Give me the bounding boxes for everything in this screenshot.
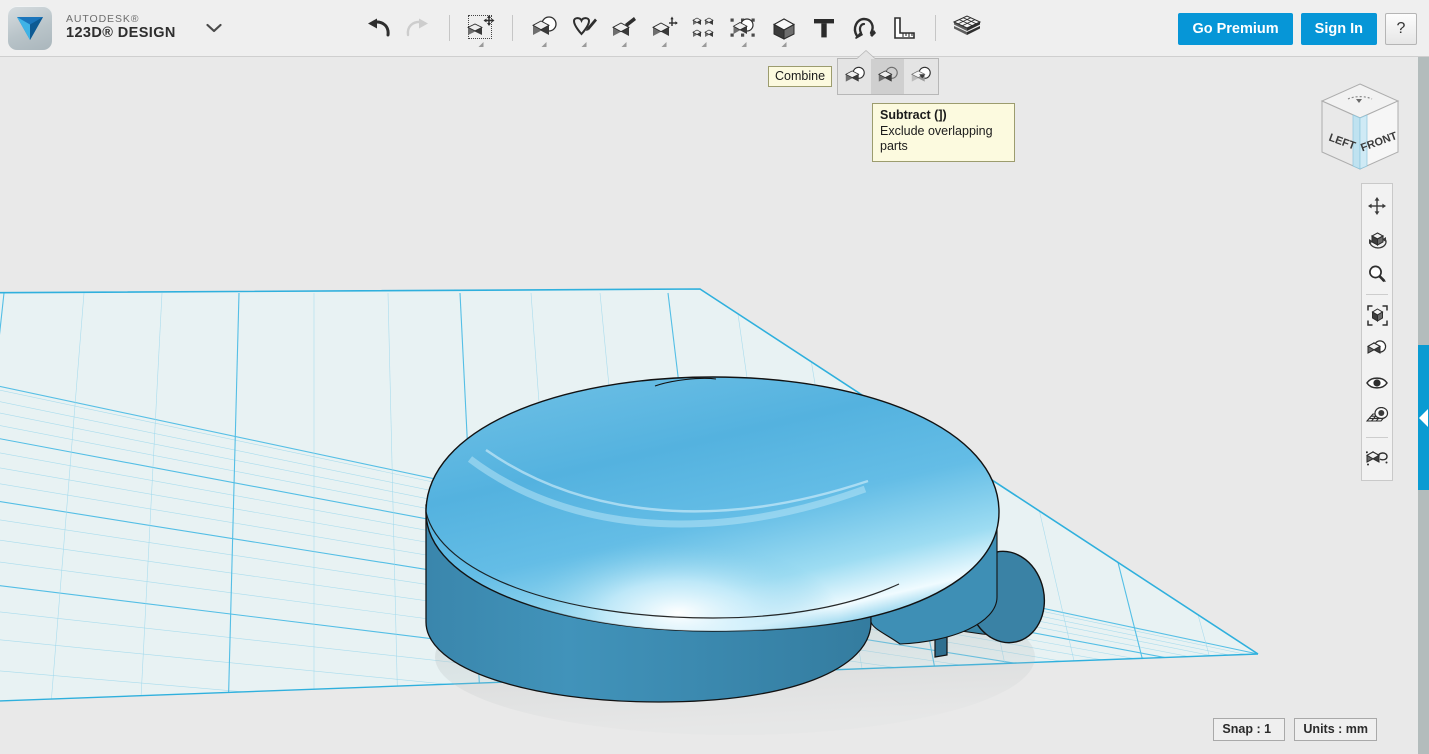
- units-setting[interactable]: Units : mm: [1294, 718, 1377, 741]
- toolbar-flyout-caret: [542, 42, 547, 47]
- sketch-button[interactable]: [564, 6, 604, 50]
- pan-arrows-icon[interactable]: [1362, 189, 1392, 223]
- toolbar-flyout-caret: [702, 42, 707, 47]
- transform-button[interactable]: [461, 6, 501, 50]
- snap-setting[interactable]: Snap : 1: [1213, 718, 1285, 741]
- toolbar-divider: [449, 15, 450, 41]
- grouping-button[interactable]: [724, 6, 764, 50]
- merge-menu-item[interactable]: [838, 59, 871, 94]
- measure-button[interactable]: [884, 6, 924, 50]
- construct-button[interactable]: [604, 6, 644, 50]
- redo-button[interactable]: [398, 6, 438, 50]
- top-toolbar: AUTODESK® 123D® DESIGN: [0, 0, 1429, 57]
- autodesk-123d-logo-icon: [8, 6, 52, 50]
- toolbar-divider-2: [512, 15, 513, 41]
- grid-visibility-icon[interactable]: [1362, 400, 1392, 434]
- hide-objects-icon[interactable]: [1362, 441, 1392, 475]
- view-cube[interactable]: LEFT FRONT: [1315, 79, 1405, 177]
- toolbar-flyout-caret: [622, 42, 627, 47]
- chevron-down-icon[interactable]: [204, 18, 224, 38]
- model-dome-highlight: [426, 377, 999, 631]
- display-mode-cube-icon[interactable]: [1362, 332, 1392, 366]
- sign-in-button[interactable]: Sign In: [1301, 13, 1377, 45]
- app-window: LEFT FRONT: [0, 0, 1429, 754]
- 3d-viewport[interactable]: LEFT FRONT: [0, 57, 1429, 754]
- nav-divider: [1366, 294, 1388, 295]
- tooltip-title: Subtract (]): [880, 108, 1007, 124]
- eye-visibility-icon[interactable]: [1362, 366, 1392, 400]
- materials-button[interactable]: [947, 6, 987, 50]
- combine-button[interactable]: [764, 6, 804, 50]
- go-premium-button[interactable]: Go Premium: [1178, 13, 1292, 45]
- orbit-cube-icon[interactable]: [1362, 223, 1392, 257]
- modify-button[interactable]: [644, 6, 684, 50]
- text-button[interactable]: [804, 6, 844, 50]
- brand-company: AUTODESK®: [66, 14, 176, 25]
- undo-button[interactable]: [358, 6, 398, 50]
- toolbar-flyout-caret: [742, 42, 747, 47]
- status-bar: Snap : 1 Units : mm: [1213, 718, 1377, 741]
- subtract-menu-item[interactable]: [871, 59, 904, 94]
- brand-text: AUTODESK® 123D® DESIGN: [66, 14, 176, 41]
- subtract-tooltip: Subtract (]) Exclude overlapping parts: [872, 103, 1015, 162]
- chevron-left-icon[interactable]: [1419, 409, 1428, 427]
- toolbar-flyout-caret: [479, 42, 484, 47]
- tooltip-description: Exclude overlapping parts: [880, 124, 1007, 155]
- magnifier-zoom-icon[interactable]: [1362, 257, 1392, 291]
- toolbar-flyout-caret: [782, 42, 787, 47]
- combine-group-label: Combine: [768, 66, 832, 87]
- toolbar-divider-3: [935, 15, 936, 41]
- brand-group[interactable]: AUTODESK® 123D® DESIGN: [8, 6, 224, 50]
- primitives-button[interactable]: [524, 6, 564, 50]
- command-toolbar: [358, 0, 987, 56]
- snap-button[interactable]: [844, 6, 884, 50]
- combine-flyout-menu[interactable]: [837, 58, 939, 95]
- account-actions: Go Premium Sign In ?: [1178, 13, 1417, 45]
- brand-product: 123D® DESIGN: [66, 26, 176, 41]
- help-button[interactable]: ?: [1385, 13, 1417, 45]
- view-navigation-toolbar[interactable]: [1361, 183, 1393, 481]
- 3d-scene: [0, 57, 1429, 754]
- flyout-pointer: [857, 51, 875, 59]
- nav-divider-2: [1366, 437, 1388, 438]
- intersect-menu-item[interactable]: [904, 59, 937, 94]
- right-panel-rail[interactable]: [1418, 57, 1429, 754]
- toolbar-flyout-caret: [662, 42, 667, 47]
- pattern-button[interactable]: [684, 6, 724, 50]
- fit-to-view-icon[interactable]: [1362, 298, 1392, 332]
- toolbar-flyout-caret: [582, 42, 587, 47]
